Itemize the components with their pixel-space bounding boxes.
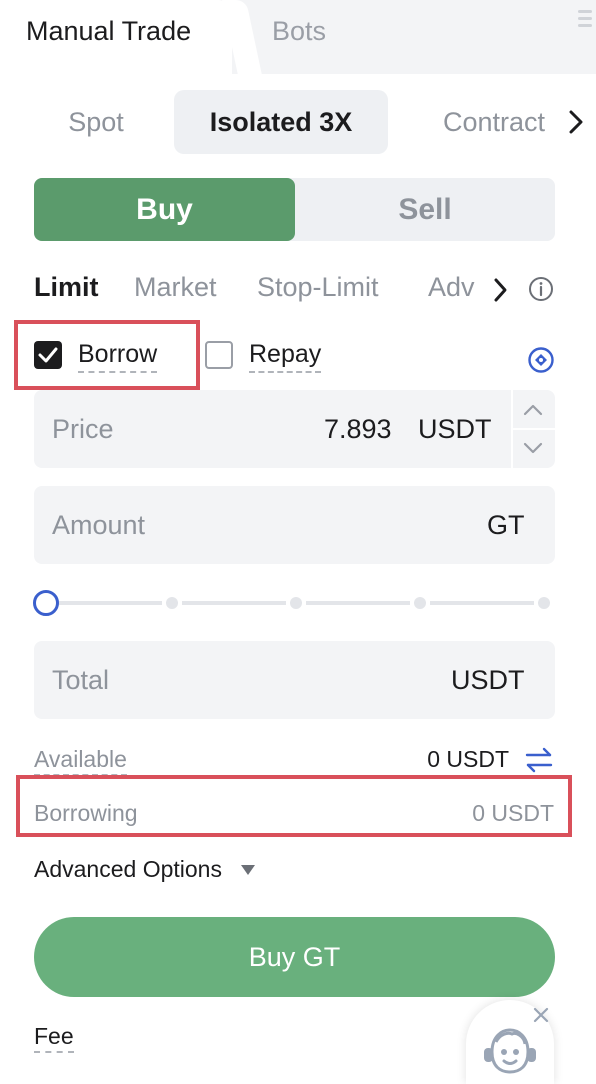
stepper-divider [513, 428, 555, 430]
chevron-down-icon[interactable] [522, 440, 544, 456]
sell-side-button[interactable]: Sell [295, 178, 555, 241]
buy-gt-button[interactable]: Buy GT [34, 917, 555, 997]
available-label[interactable]: Available [34, 746, 127, 776]
advanced-options-toggle[interactable]: Advanced Options [34, 856, 222, 883]
amount-unit: GT [487, 510, 525, 540]
price-label: Price [52, 414, 114, 444]
repay-checkbox[interactable] [205, 341, 233, 369]
borrowing-label: Borrowing [34, 800, 138, 826]
order-types-chevron-right-icon[interactable] [482, 270, 518, 310]
available-value: 0 USDT [427, 746, 509, 772]
tab-contract[interactable]: Contract [420, 92, 568, 152]
close-icon[interactable] [532, 1006, 550, 1024]
chevron-right-icon[interactable] [566, 108, 586, 136]
order-type-limit[interactable]: Limit [34, 272, 99, 303]
amount-label: Amount [52, 510, 146, 540]
chevron-up-icon[interactable] [522, 402, 544, 418]
slider-mark-100[interactable] [538, 597, 550, 609]
total-field[interactable]: Total USDT [34, 641, 555, 719]
tab-isolated[interactable]: Isolated 3X [174, 90, 388, 154]
repay-label[interactable]: Repay [249, 340, 322, 373]
tab-manual-trade-label[interactable]: Manual Trade [26, 16, 191, 47]
order-type-market[interactable]: Market [134, 272, 217, 303]
price-field[interactable]: Price 7.893 USDT [34, 390, 555, 468]
price-unit: USDT [418, 414, 492, 444]
support-icon[interactable] [478, 1022, 542, 1078]
total-label: Total [52, 665, 110, 695]
borrowing-value: 0 USDT [472, 800, 554, 826]
price-value[interactable]: 7.893 [324, 414, 392, 445]
slider-segment [430, 601, 534, 605]
slider-segment [306, 601, 410, 605]
slider-segment [182, 601, 286, 605]
check-icon [38, 347, 58, 363]
fee-label[interactable]: Fee [34, 1023, 74, 1053]
tab-spot[interactable]: Spot [34, 92, 158, 152]
tab-bots[interactable]: Bots [272, 16, 326, 47]
target-icon[interactable] [527, 346, 555, 374]
info-icon[interactable] [528, 276, 554, 302]
caret-down-icon[interactable] [240, 864, 256, 876]
order-type-stop-limit[interactable]: Stop-Limit [257, 272, 379, 303]
borrow-label[interactable]: Borrow [78, 340, 158, 373]
order-type-advanced[interactable]: Adv [428, 272, 480, 303]
buy-side-button[interactable]: Buy [34, 178, 295, 241]
menu-icon[interactable] [578, 10, 592, 34]
amount-field[interactable]: Amount GT [34, 486, 555, 564]
swap-icon[interactable] [524, 746, 554, 774]
amount-slider-handle[interactable] [33, 590, 59, 616]
slider-segment [58, 601, 162, 605]
slider-mark-25[interactable] [166, 597, 178, 609]
slider-mark-75[interactable] [414, 597, 426, 609]
slider-mark-50[interactable] [290, 597, 302, 609]
total-unit: USDT [451, 665, 525, 695]
borrow-checkbox[interactable] [34, 341, 62, 369]
